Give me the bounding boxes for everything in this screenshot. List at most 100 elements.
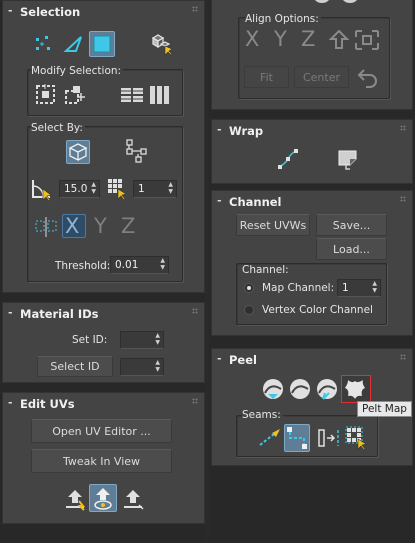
- wrap-rollout: - Wrap: [211, 119, 413, 184]
- edge-sel-to-seams-icon[interactable]: [317, 427, 341, 449]
- rollout-title: Peel: [229, 353, 257, 367]
- select-by-smoothing-group-icon[interactable]: [106, 177, 130, 201]
- mirror-select-icon[interactable]: [34, 215, 58, 239]
- spinner-arrows-icon[interactable]: ▲ ▼: [160, 257, 165, 271]
- mirror-axis-y-button[interactable]: Y: [94, 214, 107, 238]
- selection-rollout: - Selection Modify Selection: Select By:…: [2, 0, 205, 293]
- spinner-arrows-icon[interactable]: ▲ ▼: [155, 359, 160, 373]
- map-channel-label: Map Channel:: [262, 282, 335, 294]
- open-uv-editor-button[interactable]: Open UV Editor ...: [31, 419, 172, 443]
- quick-peel-icon[interactable]: [261, 377, 285, 401]
- rollout-title: Wrap: [229, 124, 264, 138]
- grow-selection-icon[interactable]: [34, 83, 58, 107]
- modify-selection-label: Modify Selection:: [31, 65, 124, 77]
- align-y-button[interactable]: Y: [274, 27, 287, 51]
- fit-to-normal-icon[interactable]: [354, 29, 380, 51]
- selection-rollout-header[interactable]: - Selection: [3, 1, 204, 21]
- ring-select-icon[interactable]: [148, 84, 172, 106]
- unfold-map-icon[interactable]: [336, 147, 360, 171]
- set-id-label: Set ID:: [72, 334, 108, 346]
- collapse-toggle[interactable]: -: [217, 194, 222, 207]
- select-by-element-icon[interactable]: [66, 140, 90, 164]
- quick-planar-map-icon[interactable]: [63, 487, 87, 511]
- mirror-axis-z-button[interactable]: Z: [121, 214, 135, 238]
- seams-label: Seams:: [242, 409, 283, 421]
- spinner-arrows-icon[interactable]: ▲ ▼: [155, 332, 160, 346]
- map-align-icon[interactable]: [121, 487, 145, 511]
- save-button[interactable]: Save...: [316, 214, 387, 236]
- channel-group-label: Channel:: [242, 264, 289, 276]
- reset-peel-icon[interactable]: [315, 377, 339, 401]
- polygon-select-icon[interactable]: [89, 31, 115, 57]
- set-id-spinner[interactable]: ▲ ▼: [120, 331, 164, 349]
- drag-grip-icon[interactable]: [400, 196, 406, 202]
- expand-face-seams-icon[interactable]: [344, 425, 370, 451]
- drag-grip-icon[interactable]: [192, 398, 198, 404]
- vertex-color-channel-label: Vertex Color Channel: [262, 304, 373, 316]
- planar-angle-icon[interactable]: [30, 177, 56, 201]
- edit-seams-icon[interactable]: [258, 427, 282, 449]
- align-z-button[interactable]: Z: [301, 27, 315, 51]
- collapse-toggle[interactable]: -: [8, 396, 13, 409]
- left-command-column: - Selection Modify Selection: Select By:…: [0, 0, 207, 543]
- edge-select-icon[interactable]: [63, 34, 85, 54]
- edit-uvs-rollout-header[interactable]: - Edit UVs: [3, 393, 204, 413]
- edit-uvs-rollout: - Edit UVs Open UV Editor ... Tweak In V…: [2, 392, 205, 524]
- planar-angle-spinner[interactable]: 15.0 ▲ ▼: [59, 180, 100, 198]
- channel-rollout-header[interactable]: - Channel: [212, 191, 412, 211]
- collapse-toggle[interactable]: -: [8, 306, 13, 319]
- rollout-title: Selection: [20, 5, 81, 19]
- point-to-point-seams-icon[interactable]: [284, 424, 310, 452]
- tweak-in-view-button[interactable]: Tweak In View: [31, 449, 172, 473]
- drag-grip-icon[interactable]: [400, 354, 406, 360]
- rollout-title: Material IDs: [20, 307, 99, 321]
- select-id-button[interactable]: Select ID: [37, 356, 113, 377]
- element-select-icon[interactable]: [149, 32, 175, 56]
- modify-selection-group: Modify Selection:: [27, 65, 183, 116]
- pelt-map-icon[interactable]: [341, 375, 371, 403]
- threshold-spinner[interactable]: 0.01 ▲ ▼: [110, 256, 169, 274]
- select-by-uv-island-icon[interactable]: [124, 138, 148, 164]
- drag-grip-icon[interactable]: [192, 6, 198, 12]
- fit-button[interactable]: Fit: [244, 66, 289, 88]
- map-channel-spinner[interactable]: 1 ▲ ▼: [337, 279, 381, 297]
- align-options-group: Align Options: X Y Z Fit Center: [238, 13, 390, 99]
- axis-x-label: X: [65, 214, 80, 238]
- smoothing-group-spinner[interactable]: 1 ▲ ▼: [133, 180, 177, 198]
- seams-group: Seams:: [236, 409, 378, 457]
- spline-map-icon[interactable]: [276, 147, 300, 171]
- center-button[interactable]: Center: [294, 66, 349, 88]
- loop-select-icon[interactable]: [120, 85, 144, 105]
- spinner-arrows-icon[interactable]: ▲ ▼: [168, 181, 173, 195]
- projection-shape-icon[interactable]: [310, 0, 370, 5]
- peel-mode-icon[interactable]: [288, 377, 312, 401]
- threshold-value: 0.01: [115, 259, 139, 271]
- reset-uvws-button[interactable]: Reset UVWs: [236, 214, 310, 236]
- spinner-arrows-icon[interactable]: ▲ ▼: [91, 181, 96, 195]
- wrap-rollout-header[interactable]: - Wrap: [212, 120, 412, 140]
- rollout-title: Channel: [229, 195, 282, 209]
- collapse-toggle[interactable]: -: [217, 352, 222, 365]
- reset-align-icon[interactable]: [356, 66, 380, 90]
- peel-rollout-header[interactable]: - Peel: [212, 349, 412, 369]
- spinner-arrows-icon[interactable]: ▲ ▼: [372, 280, 377, 294]
- display-map-icon[interactable]: [89, 484, 117, 512]
- align-to-view-icon[interactable]: [327, 28, 351, 52]
- collapse-toggle[interactable]: -: [8, 4, 13, 17]
- load-button[interactable]: Load...: [316, 238, 387, 260]
- vertex-select-icon[interactable]: [34, 35, 54, 53]
- threshold-label: Threshold:: [55, 260, 111, 272]
- shrink-selection-icon[interactable]: [63, 83, 87, 107]
- select-by-group: Select By: 15.0 ▲ ▼ 1 ▲ ▼ X Y Z Threshol…: [27, 122, 183, 282]
- mirror-axis-x-button[interactable]: X: [62, 214, 86, 238]
- drag-grip-icon[interactable]: [400, 125, 406, 131]
- vertex-color-channel-radio[interactable]: [244, 305, 254, 315]
- map-channel-radio[interactable]: [244, 283, 254, 293]
- drag-grip-icon[interactable]: [192, 308, 198, 314]
- material-ids-rollout-header[interactable]: - Material IDs: [3, 303, 204, 323]
- align-x-button[interactable]: X: [245, 27, 259, 51]
- select-id-spinner[interactable]: ▲ ▼: [120, 358, 164, 376]
- projection-rollout: Align Options: X Y Z Fit Center: [211, 0, 413, 110]
- collapse-toggle[interactable]: -: [217, 123, 222, 136]
- channel-rollout: - Channel Reset UVWs Save... Load... Cha…: [211, 190, 413, 336]
